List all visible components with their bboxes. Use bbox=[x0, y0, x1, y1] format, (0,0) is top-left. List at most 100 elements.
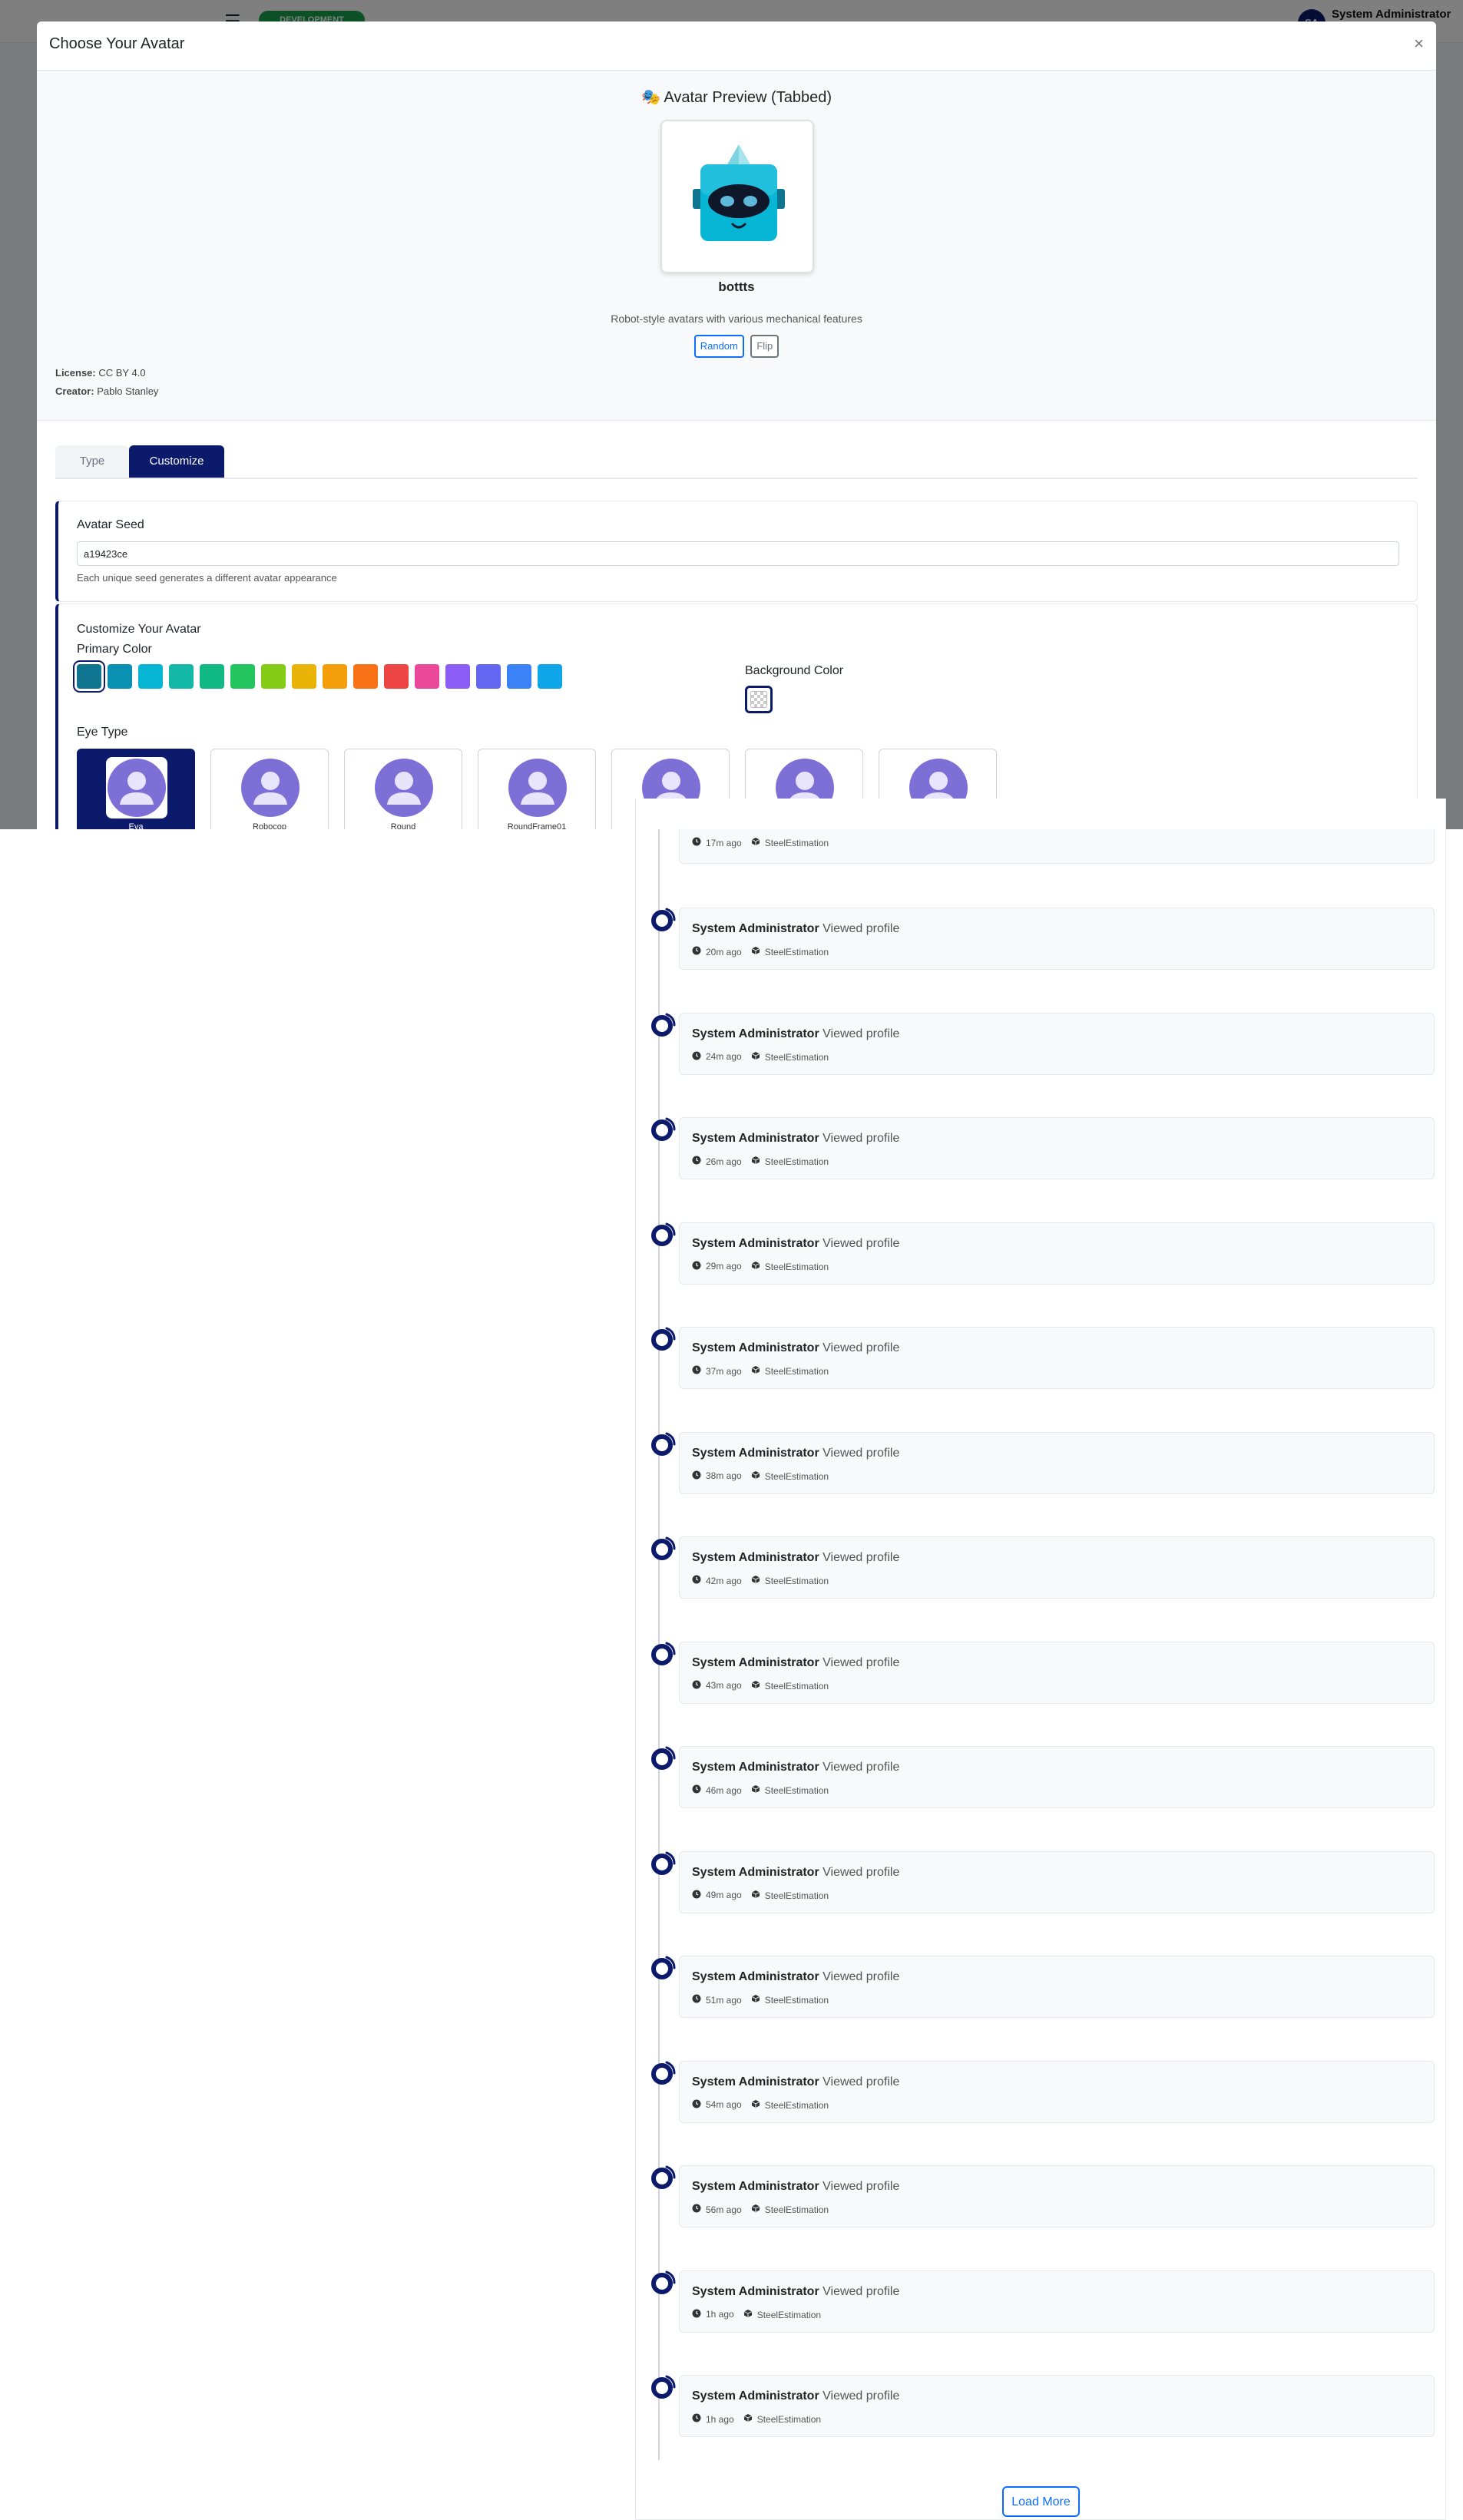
timeline-time: 46m ago bbox=[706, 1784, 742, 1796]
timeline-tag: SteelEstimation bbox=[764, 1365, 829, 1377]
primary-color-swatch[interactable] bbox=[108, 664, 132, 689]
timeline-action: Viewed profile bbox=[823, 1027, 900, 1040]
tab-customize[interactable]: Customize bbox=[129, 445, 224, 478]
load-more-button[interactable]: Load More bbox=[1002, 2486, 1080, 2517]
timeline-entry[interactable]: System Administrator Viewed profile 29m a… bbox=[679, 1222, 1435, 1285]
clock-icon bbox=[692, 1156, 701, 1167]
timeline-time: 1h ago bbox=[706, 2413, 734, 2425]
timeline-tag: SteelEstimation bbox=[764, 2204, 829, 2215]
seed-input[interactable] bbox=[77, 541, 1399, 566]
timeline-entry[interactable]: System Administrator Viewed profile 24m a… bbox=[679, 1012, 1435, 1075]
preview-heading: 🎭 Avatar Preview (Tabbed) bbox=[641, 89, 832, 106]
avatar-style-description: Robot-style avatars with various mechani… bbox=[611, 313, 862, 325]
avatar-seed-card: Avatar Seed Each unique seed generates a… bbox=[55, 501, 1418, 602]
timeline-text: System Administrator Viewed profile bbox=[692, 2389, 899, 2403]
primary-color-swatch[interactable] bbox=[476, 664, 501, 689]
timeline-entry[interactable]: System Administrator Viewed profile 1h ag… bbox=[679, 2270, 1435, 2333]
eye-type-option[interactable]: Eva bbox=[77, 749, 195, 829]
background-transparent-swatch[interactable] bbox=[745, 686, 773, 713]
primary-color-swatch[interactable] bbox=[138, 664, 163, 689]
timeline-entry[interactable]: System Administrator Viewed profile 54m a… bbox=[679, 2060, 1435, 2123]
timeline-entry[interactable]: System Administrator Viewed profile 38m a… bbox=[679, 1431, 1435, 1494]
timeline-entry[interactable]: System Administrator Viewed profile 42m a… bbox=[679, 1536, 1435, 1599]
timeline-meta: 42m ago SteelEstimation bbox=[692, 1575, 829, 1586]
primary-color-swatch[interactable] bbox=[323, 664, 347, 689]
flip-button[interactable]: Flip bbox=[750, 335, 779, 358]
tab-type[interactable]: Type bbox=[55, 445, 129, 478]
primary-color-swatch[interactable] bbox=[353, 664, 378, 689]
timeline-action: Viewed profile bbox=[823, 2075, 900, 2088]
timeline-marker-icon bbox=[650, 2269, 677, 2295]
close-icon[interactable]: × bbox=[1414, 34, 1424, 54]
cube-icon bbox=[751, 1784, 760, 1796]
timeline-marker-icon bbox=[650, 1221, 677, 1247]
timeline-entry[interactable]: System Administrator Viewed profile 37m a… bbox=[679, 1327, 1435, 1389]
timeline-user: System Administrator bbox=[692, 922, 819, 935]
clock-icon bbox=[692, 837, 701, 848]
timeline-user: System Administrator bbox=[692, 2075, 819, 2088]
timeline-entry[interactable]: System Administrator Viewed profile 1h ag… bbox=[679, 2375, 1435, 2437]
timeline-item: System Administrator Viewed profile 1h ag… bbox=[635, 2269, 1446, 2353]
clock-icon bbox=[692, 2309, 701, 2320]
transparent-pattern bbox=[750, 691, 767, 708]
timeline-item: System Administrator Viewed profile 26m a… bbox=[635, 1116, 1446, 1200]
timeline-item: System Administrator Viewed profile 43m a… bbox=[635, 1640, 1446, 1725]
timeline-entry[interactable]: System Administrator Viewed profile 49m a… bbox=[679, 1850, 1435, 1913]
primary-color-label: Primary Color bbox=[77, 643, 152, 656]
timeline-entry[interactable]: System Administrator Viewed profile 26m a… bbox=[679, 1117, 1435, 1179]
primary-color-swatch[interactable] bbox=[445, 664, 470, 689]
timeline-meta: 20m ago SteelEstimation bbox=[692, 946, 829, 957]
timeline-entry[interactable]: System Administrator Viewed profile 46m a… bbox=[679, 1746, 1435, 1808]
timeline-entry[interactable]: System Administrator Viewed profile 43m a… bbox=[679, 1641, 1435, 1704]
modal-header: Choose Your Avatar × bbox=[37, 21, 1436, 71]
timeline-text: System Administrator Viewed profile bbox=[692, 1551, 899, 1565]
timeline-entry[interactable]: System Administrator Viewed profile 51m a… bbox=[679, 1956, 1435, 2018]
timeline-user: System Administrator bbox=[692, 1132, 819, 1145]
primary-color-swatch[interactable] bbox=[384, 664, 409, 689]
primary-color-swatch[interactable] bbox=[292, 664, 316, 689]
timeline-time: 51m ago bbox=[706, 1994, 742, 2006]
timeline-item: System Administrator Viewed profile 24m a… bbox=[635, 1011, 1446, 1096]
person-avatar-icon bbox=[375, 759, 433, 817]
primary-color-swatch[interactable] bbox=[538, 664, 562, 689]
timeline-item: System Administrator Viewed profile 37m a… bbox=[635, 1325, 1446, 1410]
clock-icon bbox=[692, 1575, 701, 1586]
primary-color-swatch[interactable] bbox=[415, 664, 439, 689]
timeline-marker-icon bbox=[650, 1325, 677, 1351]
timeline-user: System Administrator bbox=[692, 1341, 819, 1354]
timeline-action: Viewed profile bbox=[823, 2180, 900, 2193]
timeline-entry[interactable]: System Administrator Viewed profile 56m a… bbox=[679, 2165, 1435, 2227]
primary-color-swatch[interactable] bbox=[169, 664, 194, 689]
random-button[interactable]: Random bbox=[693, 335, 744, 358]
license-value: CC BY 4.0 bbox=[98, 367, 146, 379]
timeline-tag: SteelEstimation bbox=[764, 1051, 829, 1063]
timeline-marker-icon bbox=[650, 1430, 677, 1457]
timeline-action: Viewed profile bbox=[823, 1761, 900, 1774]
customize-card: Customize Your Avatar Primary Color Back… bbox=[55, 604, 1418, 829]
primary-color-swatch[interactable] bbox=[77, 664, 101, 689]
primary-color-swatch[interactable] bbox=[200, 664, 224, 689]
eye-type-thumbnail bbox=[106, 757, 167, 819]
timeline-meta: 43m ago SteelEstimation bbox=[692, 1680, 829, 1692]
eye-type-option[interactable]: RoundFrame01 bbox=[478, 749, 596, 829]
cube-icon bbox=[751, 1156, 760, 1167]
cube-icon bbox=[751, 2099, 760, 2111]
timeline-action: Viewed profile bbox=[823, 2284, 900, 2298]
creator-label: Creator: bbox=[55, 385, 94, 397]
timeline-entry[interactable]: System Administrator Viewed profile 20m a… bbox=[679, 908, 1435, 970]
primary-color-swatch[interactable] bbox=[507, 664, 531, 689]
clock-icon bbox=[692, 1470, 701, 1482]
timeline-action: Viewed profile bbox=[823, 2389, 900, 2403]
eye-type-option[interactable]: Robocop bbox=[210, 749, 329, 829]
timeline-action: Viewed profile bbox=[823, 922, 900, 935]
primary-color-swatch[interactable] bbox=[230, 664, 255, 689]
creator-info: Creator: Pablo Stanley bbox=[55, 385, 158, 397]
timeline-meta: 54m ago SteelEstimation bbox=[692, 2099, 829, 2111]
eye-type-option[interactable]: Round bbox=[344, 749, 462, 829]
clock-icon bbox=[692, 1890, 701, 1901]
avatar-modal: Choose Your Avatar × 🎭 Avatar Preview (T… bbox=[37, 21, 1436, 829]
primary-color-swatch[interactable] bbox=[261, 664, 286, 689]
timeline-time: 54m ago bbox=[706, 2099, 742, 2111]
timeline-item: System Administrator Viewed profile 1h ag… bbox=[635, 2373, 1446, 2458]
timeline-time: 49m ago bbox=[706, 1890, 742, 1901]
